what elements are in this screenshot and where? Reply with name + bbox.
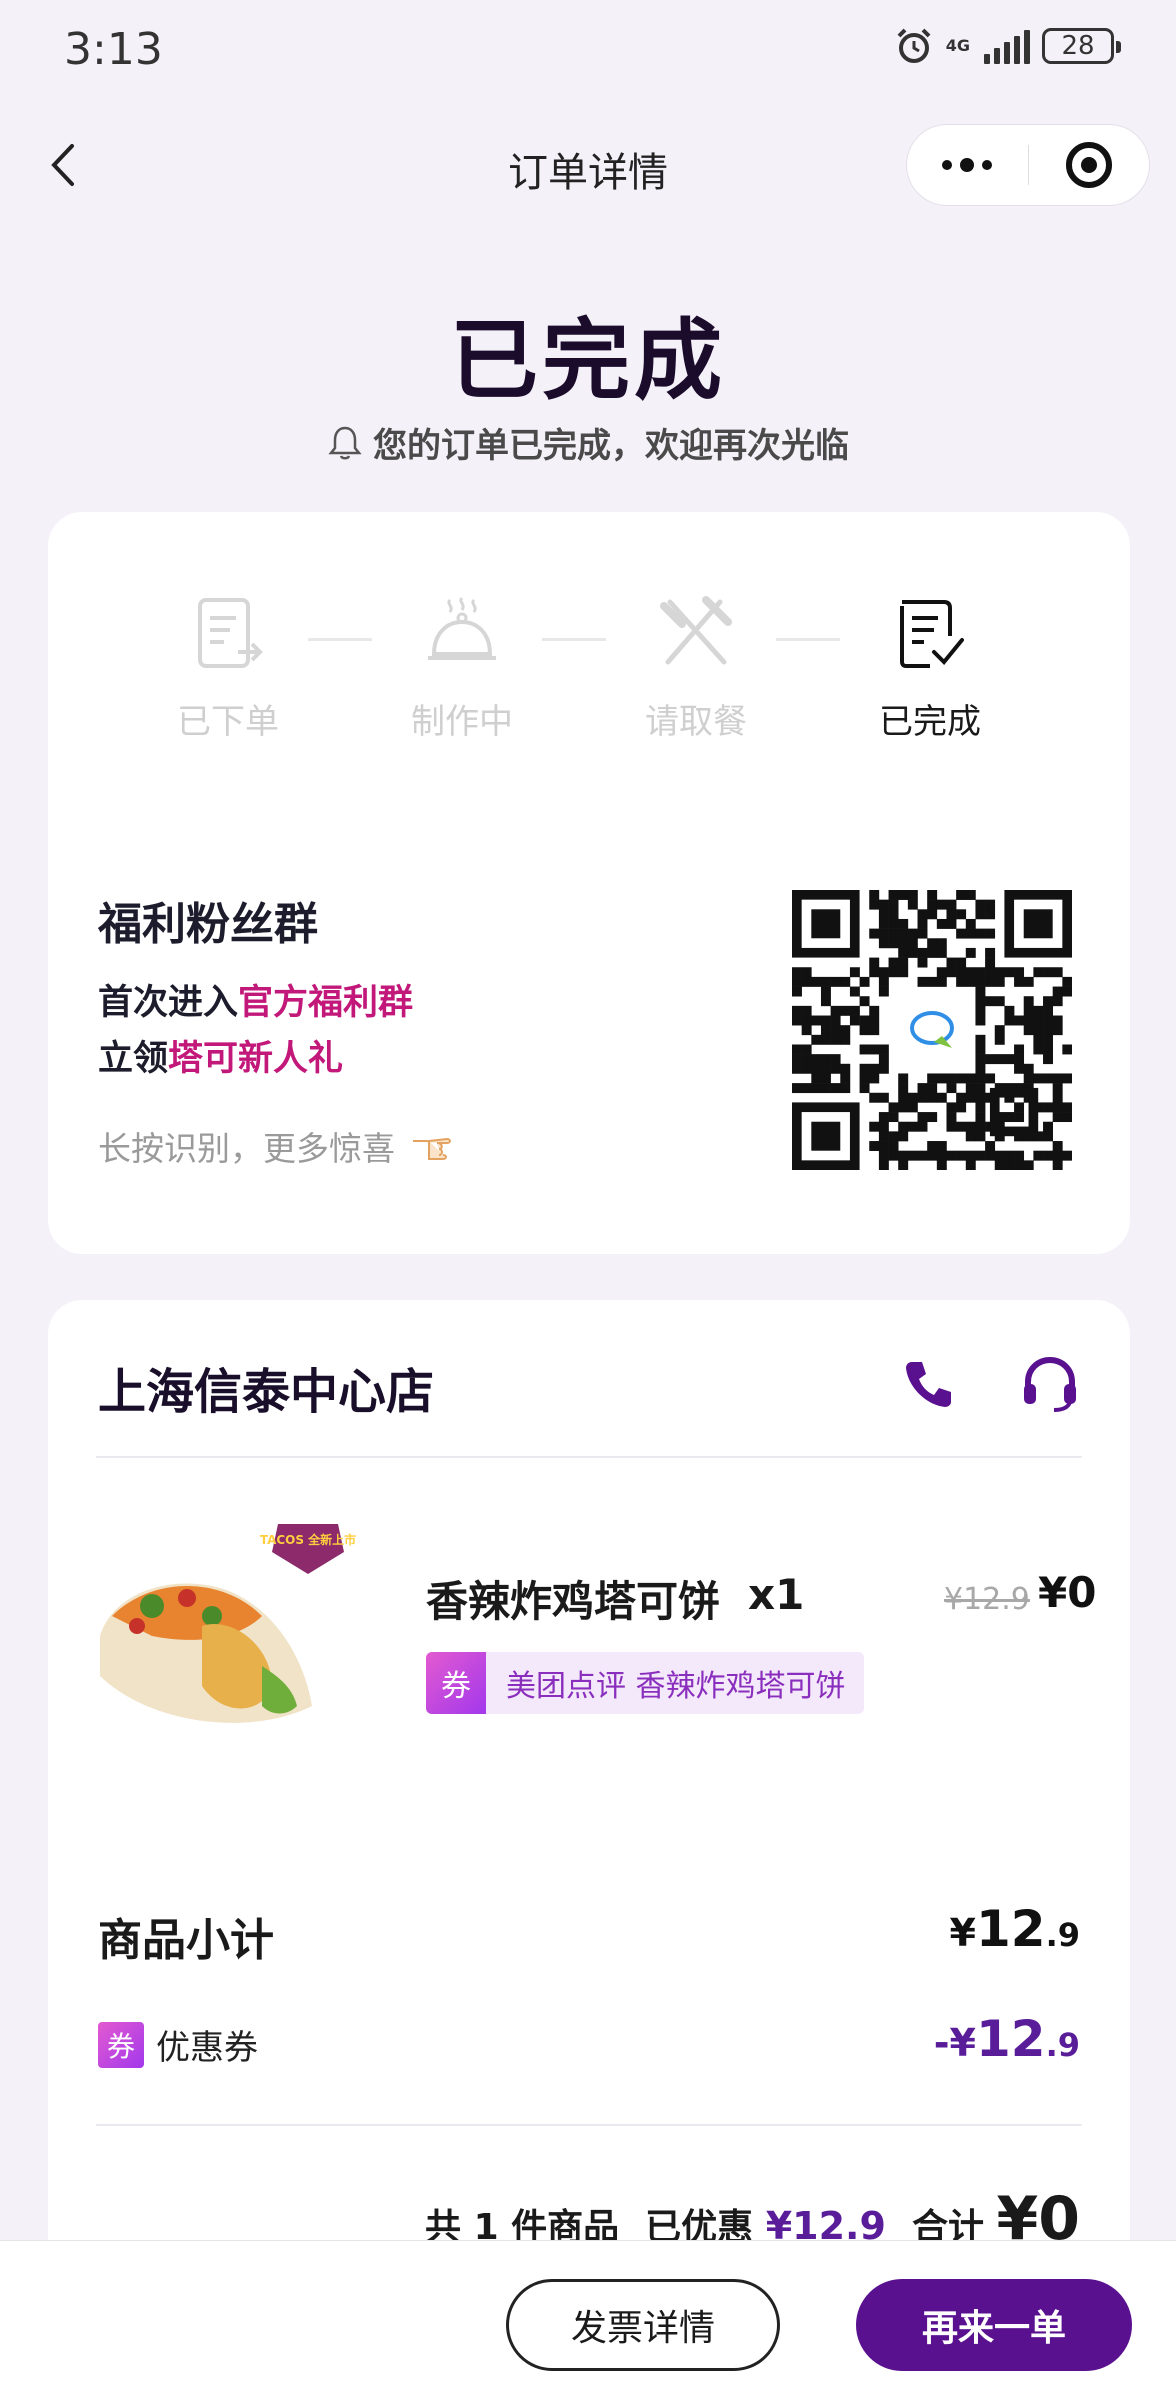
item-coupon-tag: 券 美团点评 香辣炸鸡塔可饼 xyxy=(426,1652,864,1714)
svg-text:TACOS 全新上市: TACOS 全新上市 xyxy=(260,1532,356,1547)
tacos-new-badge: TACOS 全新上市 xyxy=(260,1524,356,1574)
fans-group-title: 福利粉丝群 xyxy=(98,899,318,950)
fans-group-tip: 长按识别，更多惊喜 xyxy=(98,1122,461,1170)
check-document-icon xyxy=(900,600,964,668)
mini-program-capsule xyxy=(906,124,1150,206)
status-time: 3:13 xyxy=(64,24,163,75)
item-price: ¥0 xyxy=(1038,1568,1097,1617)
status-bar: 3:13 4G 28 xyxy=(0,0,1176,100)
order-placed-icon xyxy=(198,598,263,668)
item-original-price: ¥12.9 xyxy=(944,1582,1030,1617)
subtotal-label: 商品小计 xyxy=(98,1915,274,1966)
bottom-action-bar: 发票详情 再来一单 xyxy=(0,2240,1176,2400)
step-label: 制作中 xyxy=(411,702,513,742)
invoice-details-button[interactable]: 发票详情 xyxy=(506,2279,780,2371)
step-label: 请取餐 xyxy=(645,702,747,742)
pointing-hand-icon xyxy=(413,1137,451,1160)
step-connector xyxy=(542,638,606,641)
reorder-button[interactable]: 再来一单 xyxy=(856,2279,1132,2371)
phone-icon[interactable] xyxy=(902,1356,956,1410)
step-completed: 已完成 xyxy=(870,592,990,743)
store-name: 上海信泰中心店 xyxy=(98,1364,435,1420)
step-label: 已完成 xyxy=(879,702,981,742)
step-connector xyxy=(776,638,840,641)
item-name: 香辣炸鸡塔可饼 xyxy=(426,1577,721,1626)
order-status-title: 已完成 xyxy=(449,309,726,412)
bell-icon xyxy=(328,426,362,459)
divider xyxy=(96,1456,1082,1458)
product-image: TACOS 全新上市 xyxy=(100,1524,356,1723)
fans-group-line1: 首次进入官方福利群 xyxy=(98,983,414,1023)
fans-group-line2: 立领塔可新人礼 xyxy=(98,1039,344,1079)
discount-label: 优惠券 xyxy=(156,2028,258,2068)
order-card: 上海信泰中心店 TACOS 全新上市 香辣炸鸡塔可饼 x1 ¥12.9 ¥0 券… xyxy=(48,1300,1130,2400)
signal-icon xyxy=(984,28,1030,64)
coupon-icon: 券 xyxy=(426,1652,486,1714)
status-icons: 4G 28 xyxy=(894,26,1121,66)
divider xyxy=(96,2124,1082,2126)
nav-bar: 订单详情 xyxy=(0,120,1176,210)
alarm-icon xyxy=(897,28,931,63)
battery-icon: 28 xyxy=(1042,28,1121,64)
coupon-tag-text: 美团点评 香辣炸鸡塔可饼 xyxy=(506,1669,846,1704)
customer-service-icon[interactable] xyxy=(1018,1352,1082,1416)
subtotal-value: ¥12.9 xyxy=(949,1900,1080,1958)
step-pickup: 请取餐 xyxy=(636,592,756,743)
step-connector xyxy=(308,638,372,641)
qr-code[interactable] xyxy=(792,890,1072,1170)
order-status-subtitle: 您的订单已完成，欢迎再次光临 xyxy=(0,418,1176,467)
step-ordered: 已下单 xyxy=(168,592,288,743)
item-quantity: x1 xyxy=(748,1570,805,1619)
more-options-icon[interactable] xyxy=(907,158,1028,172)
order-status-subtitle-text: 您的订单已完成，欢迎再次光临 xyxy=(373,426,849,466)
discount-value: -¥12.9 xyxy=(933,2010,1080,2068)
fork-knife-icon xyxy=(660,596,732,665)
step-preparing: 制作中 xyxy=(402,592,522,743)
progress-card: 已下单 制作中 请取餐 已完成 福利粉丝群 首次进入官方福利群 立领塔可新人礼 … xyxy=(48,512,1130,1254)
cloche-icon xyxy=(428,596,496,660)
network-type: 4G xyxy=(945,36,970,55)
coupon-icon: 券 xyxy=(98,2021,144,2068)
step-label: 已下单 xyxy=(177,702,279,742)
order-steps: 已下单 制作中 请取餐 已完成 xyxy=(168,592,1068,752)
close-mini-program-icon[interactable] xyxy=(1029,142,1150,188)
discount-row: 券 优惠券 xyxy=(98,2020,258,2069)
